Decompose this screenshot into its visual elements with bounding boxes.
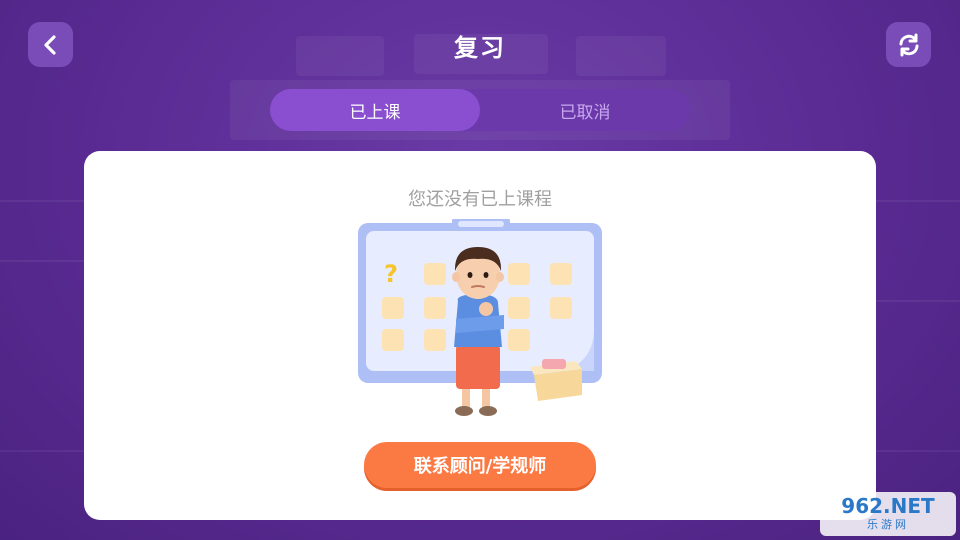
content-card: 您还没有已上课程 ? 联系顾问/学规师 <box>84 151 876 520</box>
contact-advisor-button[interactable]: 联系顾问/学规师 <box>364 442 596 488</box>
tab-cancelled[interactable]: 已取消 <box>480 89 690 131</box>
background-decoration <box>0 450 84 452</box>
tab-attended[interactable]: 已上课 <box>270 89 480 131</box>
confused-boy-calendar-illustration: ? <box>358 219 602 416</box>
empty-state-message: 您还没有已上课程 <box>408 189 552 210</box>
page-title: 复习 <box>454 34 506 62</box>
background-decoration <box>876 200 960 202</box>
watermark-bottom: 乐游网 <box>867 518 909 531</box>
background-decoration <box>0 200 84 202</box>
watermark-logo: 962.NET 乐游网 <box>820 492 956 536</box>
background-decoration <box>876 300 960 302</box>
refresh-icon <box>899 33 918 56</box>
background-decoration <box>876 450 960 452</box>
background-decoration <box>0 260 84 262</box>
svg-text:?: ? <box>384 260 398 288</box>
refresh-button[interactable] <box>886 22 931 67</box>
watermark-top: 962.NET <box>841 494 935 518</box>
tab-bar: 已上课 已取消 <box>270 89 690 131</box>
